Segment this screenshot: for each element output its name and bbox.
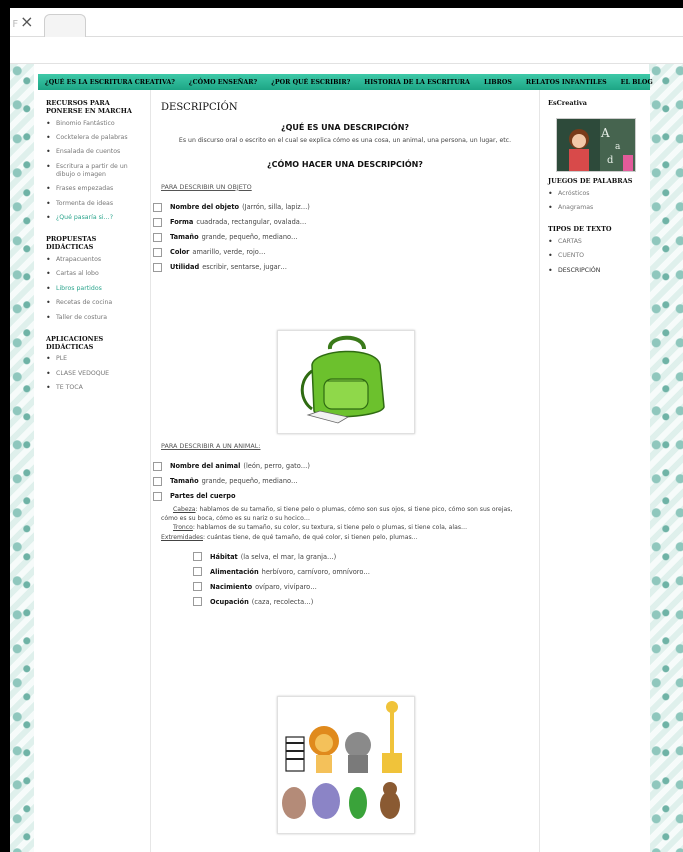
checkbox[interactable] [193,597,202,607]
list-item[interactable]: Taller de costura [46,312,144,323]
animals-illustration [277,696,415,834]
list-item[interactable]: TE TOCA [46,383,144,394]
girl-chalkboard-photo: A a d [556,118,636,172]
close-tab-icon[interactable]: F × [10,12,38,31]
right-sidebar: EsCreativa A a d JUEGOS DE PALABRAS Acró… [548,99,642,289]
new-tab-button[interactable] [44,14,86,37]
object-section-heading: PARA DESCRIBIR UN OBJETO [161,182,252,191]
checkbox[interactable] [153,476,162,486]
checkbox[interactable] [153,461,162,471]
nav-historia[interactable]: HISTORIA DE LA ESCRITURA [357,79,477,86]
list-item[interactable]: PLE [46,354,144,365]
nav-relatos[interactable]: RELATOS INFANTILES [519,79,614,86]
checkbox[interactable] [153,232,162,242]
list-item[interactable]: CUENTO [548,251,642,262]
checklist-item: Hábitat (la selva, el mar, la granja…) [193,552,539,562]
nav-por-que[interactable]: ¿POR QUÉ ESCRIBIR? [264,79,357,86]
list-item[interactable]: Acrósticos [548,189,642,200]
browser-window: F × ¿QUÉ ES LA ESCRITURA CREATIVA? ¿CÓMO … [10,8,683,852]
checklist-item: Nombre del animal (león, perro, gato…) [153,461,539,471]
extra-checklist: Hábitat (la selva, el mar, la granja…) Al… [191,552,539,607]
left-sidebar: RECURSOS PARA PONERSE EN MARCHA Binomio … [46,99,144,407]
juegos-list: Acrósticos Anagramas [548,189,642,215]
list-item[interactable]: Binomio Fantástico [46,119,144,130]
checklist-item: Color amarillo, verde, rojo… [153,247,539,257]
nav-como-ensenar[interactable]: ¿CÓMO ENSEÑAR? [182,79,264,86]
cabeza-paragraph: Cabeza: hablamos de su tamaño, si tiene … [161,505,513,523]
recursos-title: RECURSOS PARA PONERSE EN MARCHA [46,99,132,115]
checklist-item: Partes del cuerpo [153,491,539,501]
nav-blog[interactable]: EL BLOG [614,79,660,86]
aplicaciones-title: APLICACIONES DIDÁCTICAS [46,334,104,351]
propuestas-list: Atrapacuentos Cartas al lobo Libros part… [46,255,144,324]
recursos-list: Binomio Fantástico Cocktelera de palabra… [46,119,144,225]
propuestas-title: PROPUESTAS DIDÁCTICAS [46,235,97,252]
tipos-title: TIPOS DE TEXTO [548,225,612,234]
juegos-title: JUEGOS DE PALABRAS [548,176,633,185]
backpack-illustration [277,330,415,434]
list-item[interactable]: ¿Qué pasaría si…? [46,213,144,224]
checkbox[interactable] [153,217,162,227]
definition-text: Es un discurso oral o escrito en el cual… [178,137,512,144]
checklist-item: Alimentación herbívoro, carnívoro, omnívo… [193,567,539,577]
list-item[interactable]: Recetas de cocina [46,298,144,309]
tab-strip: F × [10,8,683,37]
web-page: ¿QUÉ ES LA ESCRITURA CREATIVA? ¿CÓMO ENS… [10,64,683,852]
browser-toolbar [10,37,683,64]
checkbox[interactable] [193,552,202,562]
checkbox[interactable] [153,247,162,257]
checklist-item: Ocupación (caza, recolecta…) [193,597,539,607]
list-item[interactable]: Cocktelera de palabras [46,133,144,144]
decorative-border-right [649,64,683,852]
checkbox[interactable] [153,491,162,501]
decorative-border-left [10,64,34,852]
svg-text:d: d [607,155,614,166]
aplicaciones-list: PLE CLASE VEDOQUE TE TOCA [46,354,144,394]
list-item[interactable]: Cartas al lobo [46,269,144,280]
nav-que-es[interactable]: ¿QUÉ ES LA ESCRITURA CREATIVA? [38,79,182,86]
list-item[interactable]: DESCRIPCIÓN [548,266,642,277]
question-heading: ¿QUÉ ES UNA DESCRIPCIÓN? [280,123,410,132]
svg-text:a: a [615,142,621,152]
tipos-list: CARTAS CUENTO DESCRIPCIÓN [548,237,642,277]
list-item[interactable]: Libros partidos [46,284,144,295]
svg-text:A: A [600,126,610,140]
checkbox[interactable] [193,567,202,577]
checklist-item: Forma cuadrada, rectangular, ovalada… [153,217,539,227]
escreativa-title: EsCreativa [548,99,588,107]
nav-libros[interactable]: LIBROS [477,79,519,86]
checkbox[interactable] [153,262,162,272]
checklist-item: Utilidad escribir, sentarse, jugar… [153,262,539,272]
checkbox[interactable] [193,582,202,592]
list-item[interactable]: Frases empezadas [46,184,144,195]
question-heading: ¿CÓMO HACER UNA DESCRIPCIÓN? [267,159,423,169]
list-item[interactable]: Tormenta de ideas [46,199,144,210]
checklist-item: Nacimiento ovíparo, vivíparo… [193,582,539,592]
list-item[interactable]: Escritura a partir de un dibujo o imagen [46,162,144,180]
list-item[interactable]: Atrapacuentos [46,255,144,266]
checklist-item: Nombre del objeto (Jarrón, silla, lapiz…) [153,202,539,212]
list-item[interactable]: Ensalada de cuentos [46,147,144,158]
checklist-item: Tamaño grande, pequeño, mediano… [153,476,539,486]
checkbox[interactable] [153,202,162,212]
list-item[interactable]: Anagramas [548,203,642,214]
object-checklist: Nombre del objeto (Jarrón, silla, lapiz…)… [151,202,539,272]
tronco-paragraph: Tronco: hablamos de su tamaño, su color,… [173,524,468,532]
animal-section-heading: PARA DESCRIBIR A UN ANIMAL: [161,441,261,450]
content-area: RECURSOS PARA PONERSE EN MARCHA Binomio … [38,90,650,852]
top-navigation: ¿QUÉ ES LA ESCRITURA CREATIVA? ¿CÓMO ENS… [38,74,653,90]
extremidades-paragraph: Extremidades: cuántas tiene, de qué tama… [161,533,418,541]
animal-checklist: Nombre del animal (león, perro, gato…) Ta… [151,461,539,501]
list-item[interactable]: CLASE VEDOQUE [46,369,144,380]
post-title: DESCRIPCIÓN [161,102,238,113]
checklist-item: Tamaño grande, pequeño, mediano… [153,232,539,242]
list-item[interactable]: CARTAS [548,237,642,248]
main-post: DESCRIPCIÓN ¿QUÉ ES UNA DESCRIPCIÓN? Es … [150,90,540,852]
